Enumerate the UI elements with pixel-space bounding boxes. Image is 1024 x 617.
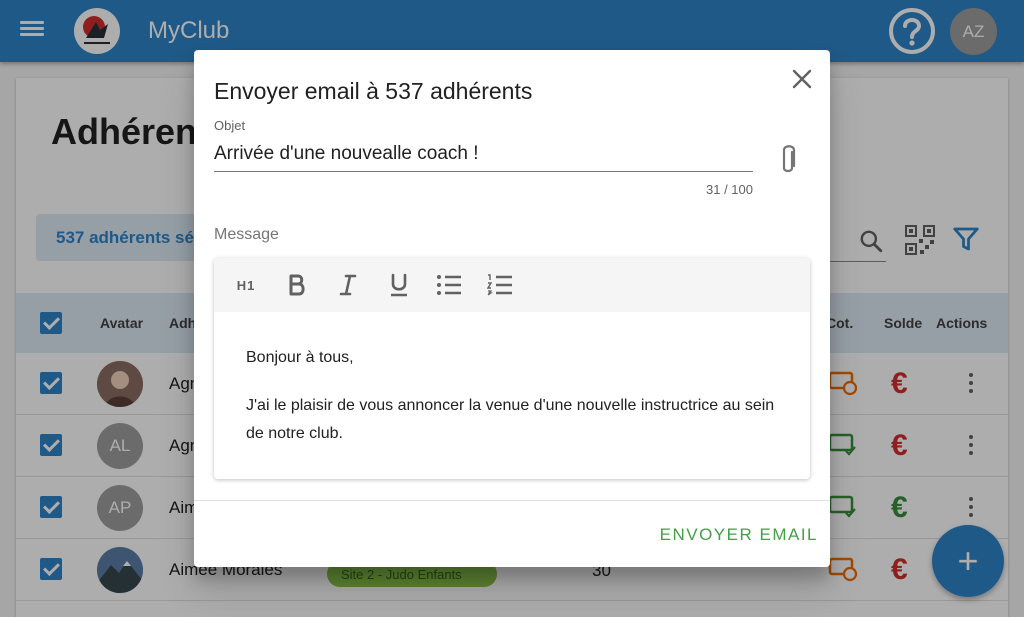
numbered-list-icon[interactable] — [486, 271, 514, 299]
underline-icon[interactable] — [385, 271, 413, 299]
heading-1-button[interactable]: H1 — [232, 271, 260, 299]
send-email-dialog: Envoyer email à 537 adhérents Objet 31 /… — [194, 50, 830, 567]
send-email-button[interactable]: ENVOYER EMAIL — [638, 516, 818, 552]
attachment-icon[interactable] — [774, 142, 802, 183]
subject-char-counter: 31 / 100 — [706, 182, 753, 197]
dialog-title: Envoyer email à 537 adhérents — [214, 78, 533, 104]
message-paragraph: J'ai le plaisir de vous annoncer la venu… — [246, 397, 775, 442]
subject-label: Objet — [214, 118, 246, 133]
italic-icon[interactable] — [334, 271, 362, 299]
message-body[interactable]: Bonjour à tous, J'ai le plaisir de vous … — [246, 344, 791, 468]
editor-toolbar: H1 — [214, 258, 810, 312]
close-icon[interactable] — [790, 67, 814, 91]
message-paragraph: Bonjour à tous, — [246, 349, 354, 366]
dialog-divider — [194, 500, 830, 501]
message-label: Message — [214, 226, 279, 243]
subject-input[interactable] — [214, 136, 753, 172]
bold-icon[interactable] — [283, 271, 311, 299]
message-editor[interactable]: H1 Bonjour à tous, J'ai le plaisir de vo… — [214, 258, 810, 479]
bulleted-list-icon[interactable] — [435, 271, 463, 299]
